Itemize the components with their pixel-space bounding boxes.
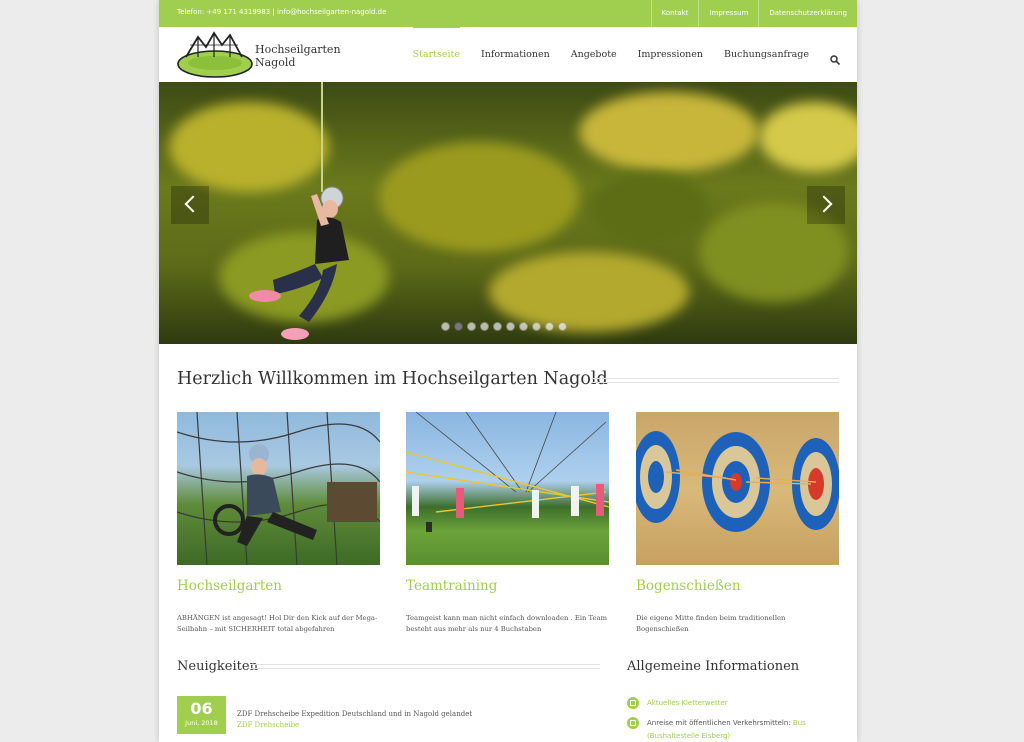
news-date-month: Juni, 2018 — [185, 719, 218, 727]
nav-item-impressionen[interactable]: Impressionen — [638, 49, 703, 60]
info-item-kletterwetter[interactable]: Aktuelles Kletterwetter — [647, 699, 728, 707]
chevron-right-icon — [815, 195, 833, 213]
page: Telefon: +49 171 4319983 | info@hochseil… — [159, 0, 857, 742]
welcome-divider — [591, 378, 839, 383]
check-icon — [627, 717, 639, 729]
card-title-bogenschiessen[interactable]: Bogenschießen — [636, 578, 741, 594]
top-link-datenschutz[interactable]: Datenschutzerklärung — [758, 0, 857, 27]
top-links: Kontakt Impressum Datenschutzerklärung — [650, 0, 857, 27]
slider-dot-3[interactable] — [467, 322, 476, 331]
card-teamtraining[interactable]: Teamtraining Teamgeist kann man nicht ei… — [406, 412, 609, 633]
card-text-bogenschiessen: Die eigene Mitte finden beim traditionel… — [636, 614, 786, 633]
slider-dot-7[interactable] — [519, 322, 528, 331]
top-bar: Telefon: +49 171 4319983 | info@hochseil… — [159, 0, 857, 27]
info-heading: Allgemeine Informationen — [627, 659, 800, 674]
slider-dot-2[interactable] — [454, 322, 463, 331]
card-title-teamtraining[interactable]: Teamtraining — [406, 578, 497, 594]
card-hochseilgarten[interactable]: Hochseilgarten ABHÄNGEN ist angesagt! Ho… — [177, 412, 380, 633]
news-item-title[interactable]: ZDF Drehscheibe Expedition Deutschland u… — [237, 710, 472, 718]
info-link-bus[interactable]: Bus — [793, 719, 806, 727]
slider-prev-button[interactable] — [171, 186, 209, 224]
team-ropes-image — [406, 412, 609, 532]
top-link-impressum[interactable]: Impressum — [698, 0, 758, 27]
check-icon — [627, 697, 639, 709]
slider-dot-6[interactable] — [506, 322, 515, 331]
archery-targets-image — [636, 431, 839, 532]
logo-mark-icon — [177, 31, 253, 78]
card-title-hochseilgarten[interactable]: Hochseilgarten — [177, 578, 282, 594]
logo-text-line1: Hochseilgarten — [255, 43, 341, 56]
info-link-bushaltestelle[interactable]: (Bushaltestelle Eisberg) — [647, 732, 730, 740]
zipline-cable — [321, 82, 323, 192]
news-item-category[interactable]: ZDF Drehscheibe — [237, 721, 299, 729]
slider-dot-8[interactable] — [532, 322, 541, 331]
slider-next-button[interactable] — [807, 186, 845, 224]
header: Hochseilgarten Nagold Startseite Informa… — [159, 26, 857, 82]
info-item-anreise: Anreise mit öffentlichen Verkehrsmitteln… — [647, 719, 806, 727]
logo[interactable]: Hochseilgarten Nagold — [176, 31, 341, 79]
slider-dot-1[interactable] — [441, 322, 450, 331]
info-text-anreise: Anreise mit öffentlichen Verkehrsmitteln… — [647, 719, 793, 727]
contact-info: Telefon: +49 171 4319983 | info@hochseil… — [177, 8, 387, 16]
nav-item-buchungsanfrage[interactable]: Buchungsanfrage — [724, 49, 809, 60]
card-bogenschiessen[interactable]: Bogenschießen Die eigene Mitte finden be… — [636, 412, 839, 633]
rope-net-image — [177, 412, 380, 565]
logo-text-line2: Nagold — [255, 56, 296, 69]
news-heading: Neuigkeiten — [177, 659, 258, 674]
news-divider — [251, 664, 600, 669]
news-date-badge: 06 Juni, 2018 — [177, 696, 226, 734]
welcome-heading: Herzlich Willkommen im Hochseilgarten Na… — [177, 369, 608, 389]
search-icon[interactable] — [830, 50, 841, 65]
slider-dot-10[interactable] — [558, 322, 567, 331]
slider-dot-5[interactable] — [493, 322, 502, 331]
nav-item-angebote[interactable]: Angebote — [571, 49, 617, 60]
main-nav: Startseite Informationen Angebote Impres… — [392, 26, 841, 82]
news-date-day: 06 — [190, 699, 213, 718]
card-text-hochseilgarten: ABHÄNGEN ist angesagt! Hol Dir den Kick … — [177, 614, 378, 633]
card-text-teamtraining: Teamgeist kann man nicht einfach downloa… — [406, 614, 608, 633]
hero-slider[interactable] — [159, 82, 857, 344]
card-image-bogenschiessen[interactable] — [636, 412, 839, 565]
info-link-kletterwetter[interactable]: Aktuelles Kletterwetter — [647, 699, 728, 707]
slider-dot-4[interactable] — [480, 322, 489, 331]
slider-pagination — [441, 322, 571, 331]
top-link-kontakt[interactable]: Kontakt — [650, 0, 699, 27]
chevron-left-icon — [184, 195, 202, 213]
zipline-rider-image — [249, 186, 349, 340]
nav-item-informationen[interactable]: Informationen — [481, 49, 550, 60]
card-image-hochseilgarten[interactable] — [177, 412, 380, 565]
card-image-teamtraining[interactable] — [406, 412, 609, 565]
info-item-anreise-cont: (Bushaltestelle Eisberg) — [647, 732, 730, 740]
slider-dot-9[interactable] — [545, 322, 554, 331]
nav-item-startseite[interactable]: Startseite — [412, 26, 461, 60]
